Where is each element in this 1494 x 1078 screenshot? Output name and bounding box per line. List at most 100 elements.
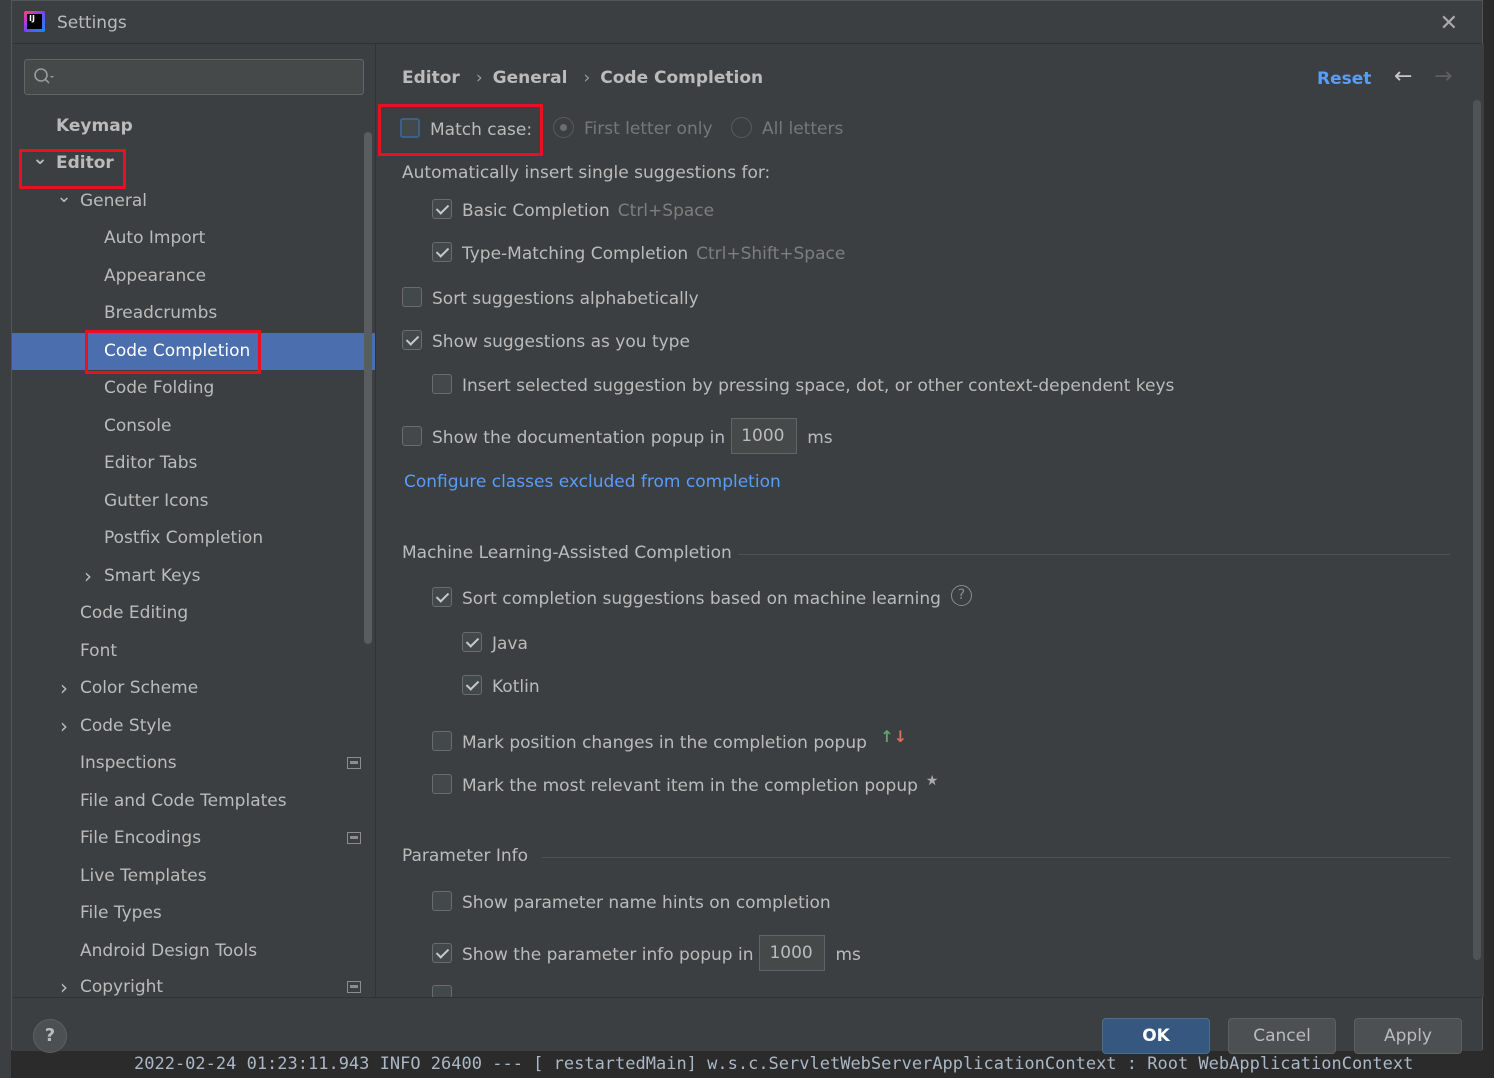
basic-completion-checkbox[interactable]: Basic Completion Ctrl+Space xyxy=(432,198,714,224)
sidebar-item-label: Postfix Completion xyxy=(104,528,264,548)
sidebar-item-label: Gutter Icons xyxy=(104,491,209,511)
sidebar-item-gutter-icons[interactable]: Gutter Icons xyxy=(12,483,375,520)
sidebar-item-code-completion[interactable]: Code Completion xyxy=(12,333,375,370)
close-icon[interactable]: ✕ xyxy=(1440,11,1458,36)
doc-popup-checkbox[interactable]: Show the documentation popup in 1000 ms xyxy=(402,418,833,454)
back-arrow-icon[interactable]: ← xyxy=(1394,64,1412,89)
ms-unit: ms xyxy=(807,428,833,448)
sidebar-item-android-design-tools[interactable]: Android Design Tools xyxy=(12,933,375,970)
mark-position-label: Mark position changes in the completion … xyxy=(462,733,867,753)
help-icon[interactable]: ? xyxy=(950,584,972,606)
sidebar-item-label: Breadcrumbs xyxy=(104,303,218,323)
kotlin-checkbox[interactable]: Kotlin xyxy=(462,674,540,700)
insert-selected-label: Insert selected suggestion by pressing s… xyxy=(462,376,1175,396)
all-letters-radio[interactable]: All letters xyxy=(731,116,843,142)
checkbox-box[interactable] xyxy=(432,242,452,262)
param-name-hints-label: Show parameter name hints on completion xyxy=(462,893,831,913)
sort-ml-checkbox[interactable]: Sort completion suggestions based on mac… xyxy=(432,584,972,612)
breadcrumb-editor[interactable]: Editor xyxy=(402,68,460,88)
checkbox-box[interactable] xyxy=(462,632,482,652)
configure-excluded-link[interactable]: Configure classes excluded from completi… xyxy=(404,469,781,495)
first-letter-label: First letter only xyxy=(584,119,713,139)
sidebar-item-file-and-code-templates[interactable]: File and Code Templates xyxy=(12,783,375,820)
help-button[interactable]: ? xyxy=(33,1019,67,1053)
sort-alpha-checkbox[interactable]: Sort suggestions alphabetically xyxy=(402,286,699,312)
up-arrow: ↑ xyxy=(880,727,894,746)
breadcrumb-general[interactable]: General xyxy=(493,68,568,88)
doc-popup-delay-input[interactable]: 1000 xyxy=(731,418,798,454)
sidebar-item-code-style[interactable]: › Code Style xyxy=(12,708,375,745)
radio-button[interactable] xyxy=(553,116,574,138)
first-letter-radio[interactable]: First letter only xyxy=(553,116,713,142)
chevron-down-icon[interactable]: ⌄ xyxy=(56,183,72,220)
background-console-line: 2022-02-24 01:23:11.943 INFO 26400 --- [… xyxy=(110,1050,1494,1078)
settings-sidebar: Keymap ⌄ Editor ⌄ General Auto Import Appearan… xyxy=(12,44,375,999)
param-info-delay-input[interactable]: 1000 xyxy=(759,935,826,971)
sidebar-item-label: File and Code Templates xyxy=(80,791,287,811)
checkbox-box[interactable] xyxy=(432,374,452,394)
radio-button[interactable] xyxy=(731,116,752,138)
checkbox-box[interactable] xyxy=(432,587,452,607)
forward-arrow-icon[interactable]: → xyxy=(1434,64,1452,89)
type-matching-checkbox[interactable]: Type-Matching Completion Ctrl+Shift+Space xyxy=(432,241,845,267)
insert-selected-checkbox[interactable]: Insert selected suggestion by pressing s… xyxy=(432,373,1174,399)
sidebar-item-file-types[interactable]: File Types xyxy=(12,895,375,932)
checkbox-box[interactable] xyxy=(432,985,452,997)
mark-position-checkbox[interactable]: Mark position changes in the completion … xyxy=(432,727,908,756)
sidebar-item-label: Editor xyxy=(56,153,114,173)
show-as-type-checkbox[interactable]: Show suggestions as you type xyxy=(402,329,690,355)
sidebar-item-postfix-completion[interactable]: Postfix Completion xyxy=(12,520,375,557)
ms-unit: ms xyxy=(835,945,861,965)
sidebar-item-breadcrumbs[interactable]: Breadcrumbs xyxy=(12,295,375,332)
sidebar-item-keymap[interactable]: Keymap xyxy=(12,108,375,145)
chevron-right-icon[interactable]: › xyxy=(56,670,72,707)
checkbox-box[interactable] xyxy=(402,426,422,446)
search-input[interactable] xyxy=(24,59,364,95)
cancel-button[interactable]: Cancel xyxy=(1228,1018,1336,1054)
checkbox-box[interactable] xyxy=(402,287,422,307)
sidebar-scrollbar[interactable] xyxy=(364,132,372,644)
reset-link[interactable]: Reset xyxy=(1317,69,1371,89)
sidebar-item-smart-keys[interactable]: › Smart Keys xyxy=(12,558,375,595)
ok-button[interactable]: OK xyxy=(1102,1018,1210,1054)
java-checkbox[interactable]: Java xyxy=(462,631,528,657)
sidebar-item-live-templates[interactable]: Live Templates xyxy=(12,858,375,895)
sidebar-item-color-scheme[interactable]: › Color Scheme xyxy=(12,670,375,707)
checkbox-box[interactable] xyxy=(402,330,422,350)
java-label: Java xyxy=(492,634,528,654)
down-arrow: ↓ xyxy=(893,727,908,746)
sidebar-item-code-folding[interactable]: Code Folding xyxy=(12,370,375,407)
param-info-popup-checkbox[interactable]: Show the parameter info popup in 1000 ms xyxy=(432,935,861,971)
breadcrumb-code-completion: Code Completion xyxy=(600,68,764,88)
param-name-hints-checkbox[interactable]: Show parameter name hints on completion xyxy=(432,890,831,916)
sidebar-item-inspections[interactable]: Inspections xyxy=(12,745,375,782)
sidebar-item-general[interactable]: ⌄ General xyxy=(12,183,375,220)
chevron-right-icon[interactable]: › xyxy=(80,558,96,595)
checkbox-box[interactable] xyxy=(462,675,482,695)
sidebar-item-font[interactable]: Font xyxy=(12,633,375,670)
partially-hidden-checkbox[interactable] xyxy=(432,984,462,997)
sidebar-item-editor-tabs[interactable]: Editor Tabs xyxy=(12,445,375,482)
chevron-right-icon[interactable]: › xyxy=(56,708,72,745)
match-case-checkbox[interactable]: Match case: xyxy=(400,117,532,143)
mark-relevant-checkbox[interactable]: Mark the most relevant item in the compl… xyxy=(432,773,938,799)
sort-ml-label: Sort completion suggestions based on mac… xyxy=(462,589,941,609)
chevron-down-icon[interactable]: ⌄ xyxy=(32,145,48,182)
section-divider xyxy=(738,554,1450,555)
project-settings-icon xyxy=(347,981,361,993)
checkbox-box[interactable] xyxy=(432,943,452,963)
checkbox-box[interactable] xyxy=(432,774,452,794)
checkbox-box[interactable] xyxy=(432,731,452,751)
checkbox-box[interactable] xyxy=(400,118,420,138)
sidebar-item-appearance[interactable]: Appearance xyxy=(12,258,375,295)
parameter-info-heading: Parameter Info xyxy=(402,846,529,866)
checkbox-box[interactable] xyxy=(432,891,452,911)
checkbox-box[interactable] xyxy=(432,199,452,219)
apply-button[interactable]: Apply xyxy=(1354,1018,1462,1054)
sidebar-item-editor[interactable]: ⌄ Editor xyxy=(12,145,375,182)
sidebar-item-auto-import[interactable]: Auto Import xyxy=(12,220,375,257)
content-scrollbar[interactable] xyxy=(1473,100,1481,960)
sidebar-item-file-encodings[interactable]: File Encodings xyxy=(12,820,375,857)
sidebar-item-code-editing[interactable]: Code Editing xyxy=(12,595,375,632)
sidebar-item-console[interactable]: Console xyxy=(12,408,375,445)
